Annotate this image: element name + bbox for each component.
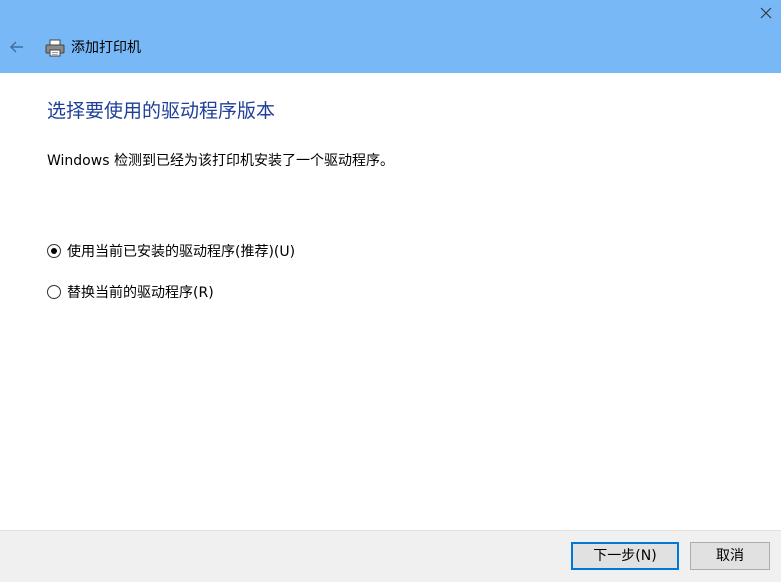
printer-icon: [44, 38, 66, 58]
page-heading: 选择要使用的驱动程序版本: [47, 100, 276, 122]
next-button[interactable]: 下一步(N): [571, 542, 679, 570]
option-label: 使用当前已安装的驱动程序(推荐)(U): [67, 244, 296, 260]
title-bar: 添加打印机: [0, 0, 781, 73]
radio-button-selected[interactable]: [47, 244, 61, 258]
window-title: 添加打印机: [71, 40, 141, 56]
description-text: Windows 检测到已经为该打印机安装了一个驱动程序。: [47, 153, 394, 169]
option-use-current-driver[interactable]: 使用当前已安装的驱动程序(推荐)(U): [47, 241, 295, 261]
radio-button[interactable]: [47, 285, 61, 299]
close-icon: [760, 7, 772, 19]
option-label: 替换当前的驱动程序(R): [67, 285, 214, 301]
close-button[interactable]: [752, 0, 781, 28]
option-replace-driver[interactable]: 替换当前的驱动程序(R): [47, 282, 214, 302]
back-button[interactable]: [6, 37, 28, 57]
cancel-button[interactable]: 取消: [690, 542, 770, 570]
arrow-left-icon: [10, 41, 23, 53]
